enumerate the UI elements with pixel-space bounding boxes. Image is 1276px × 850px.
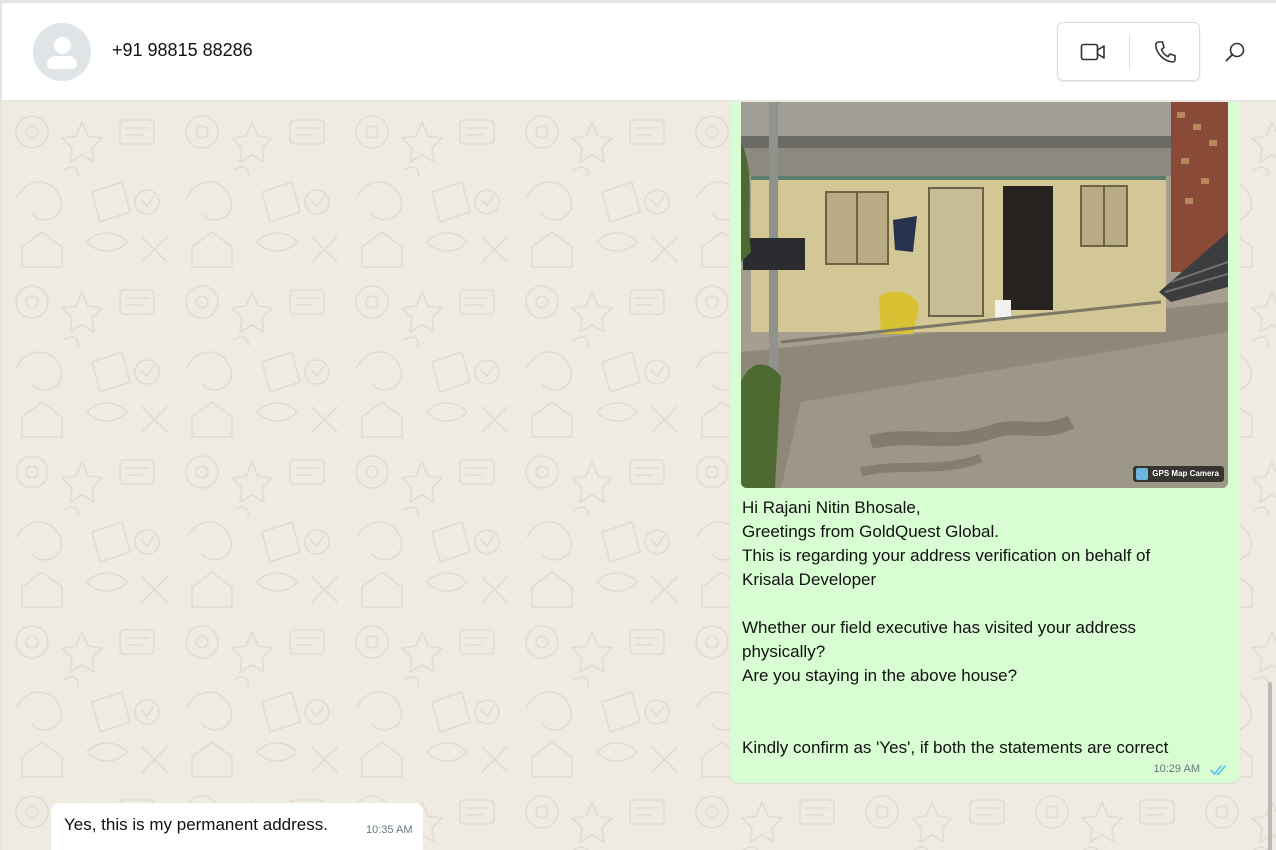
chat-header: +91 98815 88286 xyxy=(2,3,1276,101)
video-call-button[interactable] xyxy=(1058,23,1128,80)
incoming-message-time: 10:35 AM xyxy=(366,824,413,836)
message-line: Whether our field executive has visited … xyxy=(742,618,1137,637)
message-line: Kindly confirm as 'Yes', if both the sta… xyxy=(742,738,1169,757)
gps-map-camera-watermark: GPS Map Camera xyxy=(1133,466,1224,482)
outgoing-message-time: 10:29 AM xyxy=(1153,763,1200,775)
message-line: Are you staying in the above house? xyxy=(742,666,1018,685)
voice-call-icon xyxy=(1155,40,1176,63)
message-line: Hi Rajani Nitin Bhosale, xyxy=(742,498,921,517)
message-line: This is regarding your address verificat… xyxy=(742,546,1151,565)
house-photo-illustration xyxy=(741,102,1228,488)
search-icon xyxy=(1225,42,1245,62)
message-line: Greetings from GoldQuest Global. xyxy=(742,522,1000,541)
search-button[interactable] xyxy=(1220,37,1250,67)
message-line xyxy=(742,712,1222,736)
message-line xyxy=(742,688,1222,712)
message-line xyxy=(742,592,1222,616)
chat-window: +91 98815 88286 GPS Map Camera Hi Rajani… xyxy=(0,0,1276,850)
voice-call-button[interactable] xyxy=(1130,23,1200,80)
message-photo[interactable]: GPS Map Camera xyxy=(741,102,1228,488)
message-line: Krisala Developer xyxy=(742,570,877,589)
avatar[interactable] xyxy=(33,23,91,81)
chat-scrollbar[interactable] xyxy=(1268,682,1272,850)
video-call-icon xyxy=(1080,43,1105,60)
outgoing-message-text: Hi Rajani Nitin Bhosale, Greetings from … xyxy=(742,496,1222,760)
watermark-text: GPS Map Camera xyxy=(1152,469,1219,478)
avatar-head-shape xyxy=(54,37,71,54)
chat-messages-area[interactable]: GPS Map Camera Hi Rajani Nitin Bhosale, … xyxy=(2,102,1276,850)
call-button-group xyxy=(1057,22,1200,81)
avatar-body-shape xyxy=(47,56,77,69)
incoming-message-text: Yes, this is my permanent address. xyxy=(64,815,328,834)
read-receipt-icon xyxy=(1210,765,1226,775)
contact-name[interactable]: +91 98815 88286 xyxy=(112,40,253,61)
gps-camera-icon xyxy=(1136,468,1149,480)
outgoing-message-bubble[interactable]: GPS Map Camera Hi Rajani Nitin Bhosale, … xyxy=(730,102,1240,783)
incoming-message-bubble[interactable]: Yes, this is my permanent address. 10:35… xyxy=(51,803,423,850)
message-line: physically? xyxy=(742,642,826,661)
